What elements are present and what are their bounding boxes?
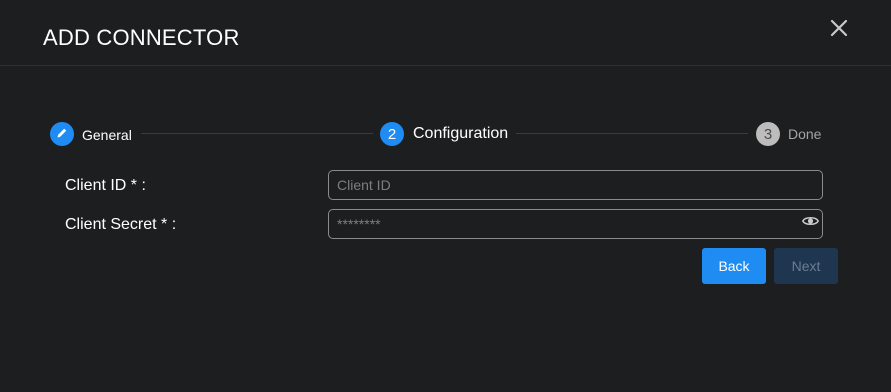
step-number: 3 <box>763 125 773 143</box>
step-connector <box>141 133 373 134</box>
step-configuration-label: Configuration <box>413 125 509 142</box>
dialog-title: ADD CONNECTOR <box>43 25 240 50</box>
next-button[interactable]: Next <box>774 248 838 284</box>
step-connector <box>516 133 748 134</box>
back-button[interactable]: Back <box>702 248 766 284</box>
step-number: 2 <box>387 125 397 143</box>
client-secret-label: Client Secret * : <box>65 216 177 233</box>
step-configuration-indicator: 2 <box>380 122 404 146</box>
step-done-indicator: 3 <box>756 122 780 146</box>
pencil-icon <box>56 126 68 142</box>
eye-icon[interactable] <box>802 214 819 228</box>
step-general-label: General <box>82 127 132 143</box>
client-secret-input[interactable] <box>328 209 823 239</box>
step-done-label: Done <box>788 126 822 142</box>
stepper: General 2 Configuration 3 Done <box>0 120 891 150</box>
dialog-header: ADD CONNECTOR <box>0 0 891 66</box>
step-general-indicator <box>50 122 74 146</box>
client-id-input[interactable] <box>328 170 823 200</box>
close-icon[interactable] <box>828 17 850 39</box>
client-id-label: Client ID * : <box>65 177 146 194</box>
